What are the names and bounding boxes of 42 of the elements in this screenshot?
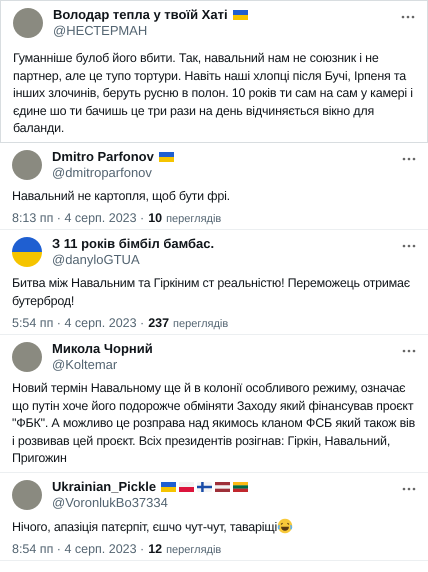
view-count: 10 [148,211,162,225]
view-count: 237 [148,316,170,330]
flag-icon [197,482,212,492]
more-options-icon[interactable] [402,156,416,160]
more-options-icon[interactable] [402,349,416,353]
view-count: 12 [148,542,162,556]
author-name[interactable]: З 11 років бімбіл бамбас. [52,236,214,252]
tweet-text: Гуманніше булоб його вбити. Так, навальний нам не союзник і не партнер, але це тупо тортури. Навіть наші хлопці після Бучі, Ірпеня та інших злочинів, беруть русню в полон. 10 років ти сам на сам у камері і єдине шо ти бачишь це три рази на день відчиняється вікно для баланди. [13,51,413,135]
flag-icon [215,482,230,492]
more-options-icon[interactable] [402,244,416,248]
author-name[interactable]: Володар тепла у твоїй Хаті [53,7,228,23]
author-handle[interactable]: @dmitroparfonov [52,164,392,180]
views-label: переглядів [173,318,228,330]
tweet-text: Новий термін Навальному ще й в колонії особливого режиму, означає що путін хоче його подорожче обміняти Заходу який фінансував проєкт "ФБК". А можливо це розправа над якимось кланом ФСБ який також вів і розвивав цей проєкт. Всіх президентів розігнав: Гіркін, Навальний, Пригожин [12,381,416,465]
avatar[interactable] [12,480,42,510]
flag-icon [232,10,248,20]
flag-icon [161,482,176,492]
more-options-icon[interactable] [401,15,415,19]
author-handle[interactable]: @VoronlukBo37334 [52,494,392,510]
flag-avatar[interactable] [12,237,42,267]
author-name[interactable]: Микола Чорний [52,341,153,357]
author-name[interactable]: Ukrainian_Pickle [52,478,156,494]
tweet-text: Навальний не картопля, щоб бути фрі. [12,188,230,202]
author-name[interactable]: Dmitro Parfonov [52,148,154,164]
more-options-icon[interactable] [402,486,416,490]
tweet-date[interactable]: 5:54 пп · 4 серп. 2023 · [12,316,144,330]
tweet-text: Битва між Навальним та Гіркіним ст реальністю! Переможець отримає бутерброд! [12,276,410,308]
tweet-date[interactable]: 8:54 пп · 4 серп. 2023 · [12,542,144,556]
views-label: переглядів [166,544,222,556]
author-handle[interactable]: @danyloGTUA [52,252,392,268]
avatar[interactable] [12,342,42,372]
views-label: переглядів [166,213,222,225]
laughing-face-icon [277,518,294,534]
author-handle[interactable]: @Koltemar [52,357,392,373]
flag-icon [233,482,248,492]
avatar[interactable] [12,150,42,180]
flag-icon [179,482,194,492]
flag-icon [158,152,174,162]
tweet-text: Нічого, апазіція патєрпіт, єшчо чут-чут, таваріщі [12,520,278,534]
author-handle[interactable]: @НЕСТЕРМАН [53,23,391,39]
avatar[interactable] [13,8,43,38]
tweet-date[interactable]: 8:13 пп · 4 серп. 2023 · [12,211,144,225]
